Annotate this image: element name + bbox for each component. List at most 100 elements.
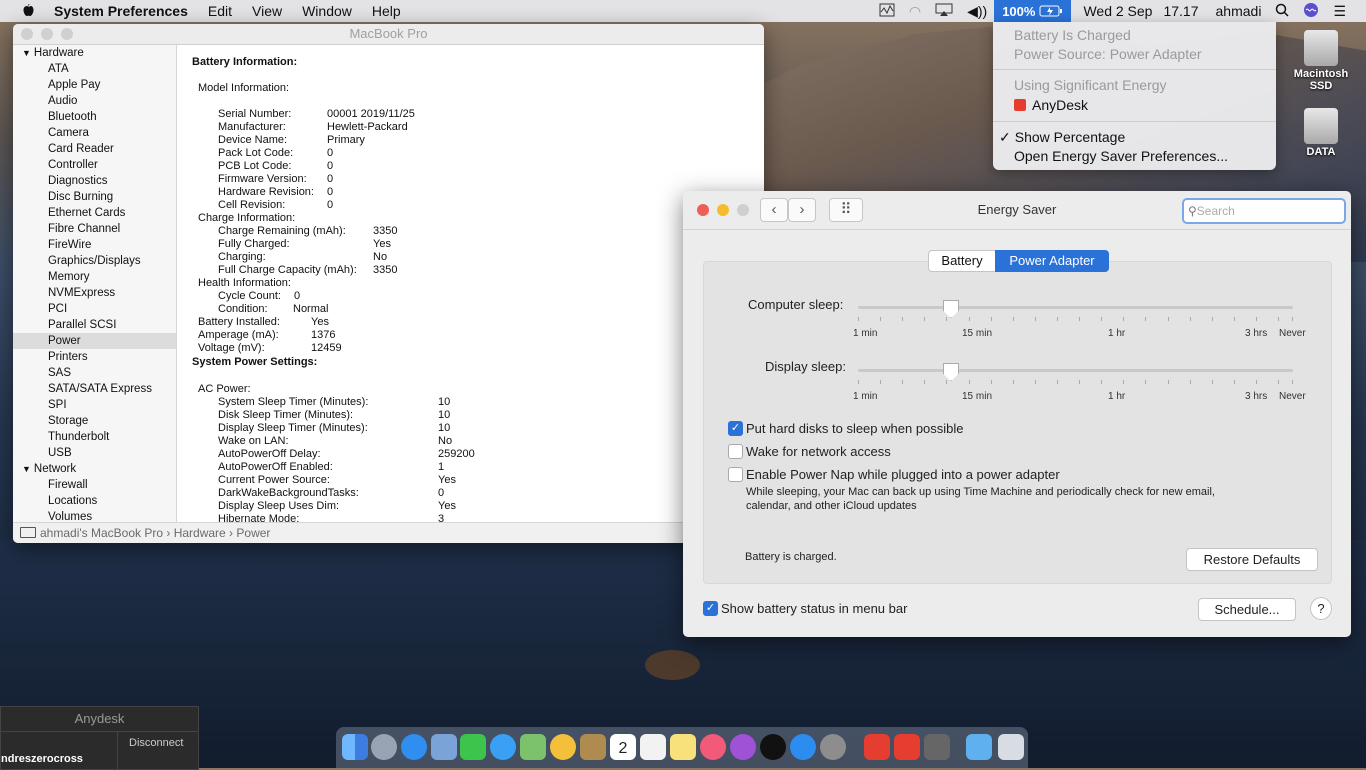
sidebar-item-graphics-displays[interactable]: Graphics/Displays xyxy=(13,253,176,269)
menu-time[interactable]: 17.17 xyxy=(1156,3,1205,19)
system-preferences-icon[interactable] xyxy=(820,734,846,760)
search-input[interactable]: ⚲Search xyxy=(1182,198,1346,224)
slider-tick xyxy=(969,380,970,384)
sidebar-item-apple-pay[interactable]: Apple Pay xyxy=(13,77,176,93)
sidebar-item-parallel-scsi[interactable]: Parallel SCSI xyxy=(13,317,176,333)
wake-network-label[interactable]: Wake for network access xyxy=(746,444,891,459)
finder-icon[interactable] xyxy=(342,734,368,760)
minimize-button[interactable] xyxy=(41,28,53,40)
show-battery-status-label[interactable]: Show battery status in menu bar xyxy=(721,601,907,616)
sidebar-item-printers[interactable]: Printers xyxy=(13,349,176,365)
breadcrumb-power[interactable]: Power xyxy=(236,526,270,540)
menu-view[interactable]: View xyxy=(242,3,292,19)
sidebar-item-thunderbolt[interactable]: Thunderbolt xyxy=(13,429,176,445)
anydesk-disconnect-button[interactable]: Disconnect xyxy=(129,737,183,749)
zoom-button[interactable] xyxy=(61,28,73,40)
desktop-disk-macintosh-ssd[interactable]: Macintosh SSD xyxy=(1291,30,1351,92)
sidebar-item-camera[interactable]: Camera xyxy=(13,125,176,141)
tab-power-adapter[interactable]: Power Adapter xyxy=(995,250,1109,272)
sidebar-item-disc-burning[interactable]: Disc Burning xyxy=(13,189,176,205)
messages-icon[interactable] xyxy=(490,734,516,760)
anydesk-energy-item[interactable]: AnyDesk xyxy=(1014,97,1088,113)
airplay-icon[interactable] xyxy=(928,3,960,20)
sidebar-item-ata[interactable]: ATA xyxy=(13,61,176,77)
breadcrumb-hardware[interactable]: Hardware xyxy=(174,526,226,540)
apple-tv-icon[interactable] xyxy=(760,734,786,760)
sidebar-item-firewall[interactable]: Firewall xyxy=(13,477,176,493)
menu-date[interactable]: Wed 2 Sep xyxy=(1071,3,1156,19)
calendar-icon[interactable]: 2 xyxy=(610,734,636,760)
disclosure-triangle-icon[interactable]: ▼ xyxy=(22,48,31,58)
sidebar-item-usb[interactable]: USB xyxy=(13,445,176,461)
sidebar-item-locations[interactable]: Locations xyxy=(13,493,176,509)
photos-icon[interactable] xyxy=(550,734,576,760)
contacts-icon[interactable] xyxy=(580,734,606,760)
apple-icon[interactable] xyxy=(20,3,36,19)
menu-edit[interactable]: Edit xyxy=(198,3,242,19)
computer-sleep-slider[interactable] xyxy=(858,306,1293,309)
activity-monitor-icon[interactable] xyxy=(872,3,902,20)
sidebar-item-sata-sata-express[interactable]: SATA/SATA Express xyxy=(13,381,176,397)
sidebar-item-spi[interactable]: SPI xyxy=(13,397,176,413)
volume-icon[interactable]: ◀)) xyxy=(960,3,994,20)
schedule-button[interactable]: Schedule... xyxy=(1198,598,1296,621)
trash-icon[interactable] xyxy=(998,734,1024,760)
anydesk-dock-icon-2[interactable] xyxy=(894,734,920,760)
tab-battery[interactable]: Battery xyxy=(928,250,996,272)
sidebar-item-memory[interactable]: Memory xyxy=(13,269,176,285)
downloads-folder-icon[interactable] xyxy=(966,734,992,760)
sidebar-item-audio[interactable]: Audio xyxy=(13,93,176,109)
menu-user[interactable]: ahmadi xyxy=(1206,3,1269,19)
breadcrumb-computer[interactable]: ahmadi's MacBook Pro xyxy=(40,526,163,540)
sidebar-item-power[interactable]: Power xyxy=(13,333,176,349)
app-store-icon[interactable] xyxy=(790,734,816,760)
desktop-disk-data[interactable]: DATA xyxy=(1291,108,1351,158)
battery-menu-extra[interactable]: 100% xyxy=(994,0,1072,22)
reminders-icon[interactable] xyxy=(640,734,666,760)
wake-network-checkbox[interactable] xyxy=(728,444,743,459)
wifi-icon[interactable]: ◠ xyxy=(902,3,928,20)
music-icon[interactable] xyxy=(700,734,726,760)
maps-icon[interactable] xyxy=(520,734,546,760)
disclosure-triangle-icon[interactable]: ▼ xyxy=(22,464,31,474)
power-nap-checkbox[interactable] xyxy=(728,467,743,482)
sidebar-item-bluetooth[interactable]: Bluetooth xyxy=(13,109,176,125)
show-battery-status-checkbox[interactable]: ✓ xyxy=(703,601,718,616)
sidebar-item-firewire[interactable]: FireWire xyxy=(13,237,176,253)
close-button[interactable] xyxy=(21,28,33,40)
sidebar-item-volumes[interactable]: Volumes xyxy=(13,509,176,522)
sidebar-item-fibre-channel[interactable]: Fibre Channel xyxy=(13,221,176,237)
power-nap-label[interactable]: Enable Power Nap while plugged into a po… xyxy=(746,467,1060,482)
system-information-icon[interactable] xyxy=(924,734,950,760)
preview-icon[interactable] xyxy=(431,734,457,760)
anydesk-dock-icon[interactable] xyxy=(864,734,890,760)
sidebar-item-pci[interactable]: PCI xyxy=(13,301,176,317)
help-button[interactable]: ? xyxy=(1310,597,1332,620)
sidebar-item-diagnostics[interactable]: Diagnostics xyxy=(13,173,176,189)
sidebar-group-network[interactable]: ▼ Network xyxy=(13,461,176,477)
hard-disk-sleep-checkbox[interactable]: ✓ xyxy=(728,421,743,436)
sidebar-group-hardware[interactable]: ▼ Hardware xyxy=(13,45,176,61)
display-sleep-slider[interactable] xyxy=(858,369,1293,372)
sidebar-item-controller[interactable]: Controller xyxy=(13,157,176,173)
restore-defaults-button[interactable]: Restore Defaults xyxy=(1186,548,1318,571)
sidebar-item-nvmexpress[interactable]: NVMExpress xyxy=(13,285,176,301)
spotlight-search-icon[interactable] xyxy=(1268,3,1296,20)
sidebar-item-storage[interactable]: Storage xyxy=(13,413,176,429)
safari-icon[interactable] xyxy=(401,734,427,760)
hard-disk-sleep-label[interactable]: Put hard disks to sleep when possible xyxy=(746,421,964,436)
show-percentage-item[interactable]: ✓ Show Percentage xyxy=(999,129,1125,146)
launchpad-icon[interactable] xyxy=(371,734,397,760)
sidebar-item-card-reader[interactable]: Card Reader xyxy=(13,141,176,157)
sidebar-item-sas[interactable]: SAS xyxy=(13,365,176,381)
open-energy-saver-item[interactable]: Open Energy Saver Preferences... xyxy=(1014,148,1228,164)
notification-center-icon[interactable]: ☰ xyxy=(1326,3,1366,20)
podcasts-icon[interactable] xyxy=(730,734,756,760)
sidebar-item-ethernet-cards[interactable]: Ethernet Cards xyxy=(13,205,176,221)
menu-help[interactable]: Help xyxy=(362,3,411,19)
facetime-icon[interactable] xyxy=(460,734,486,760)
menu-app-name[interactable]: System Preferences xyxy=(44,3,198,19)
notes-icon[interactable] xyxy=(670,734,696,760)
siri-icon[interactable] xyxy=(1296,2,1326,21)
menu-window[interactable]: Window xyxy=(292,3,362,19)
